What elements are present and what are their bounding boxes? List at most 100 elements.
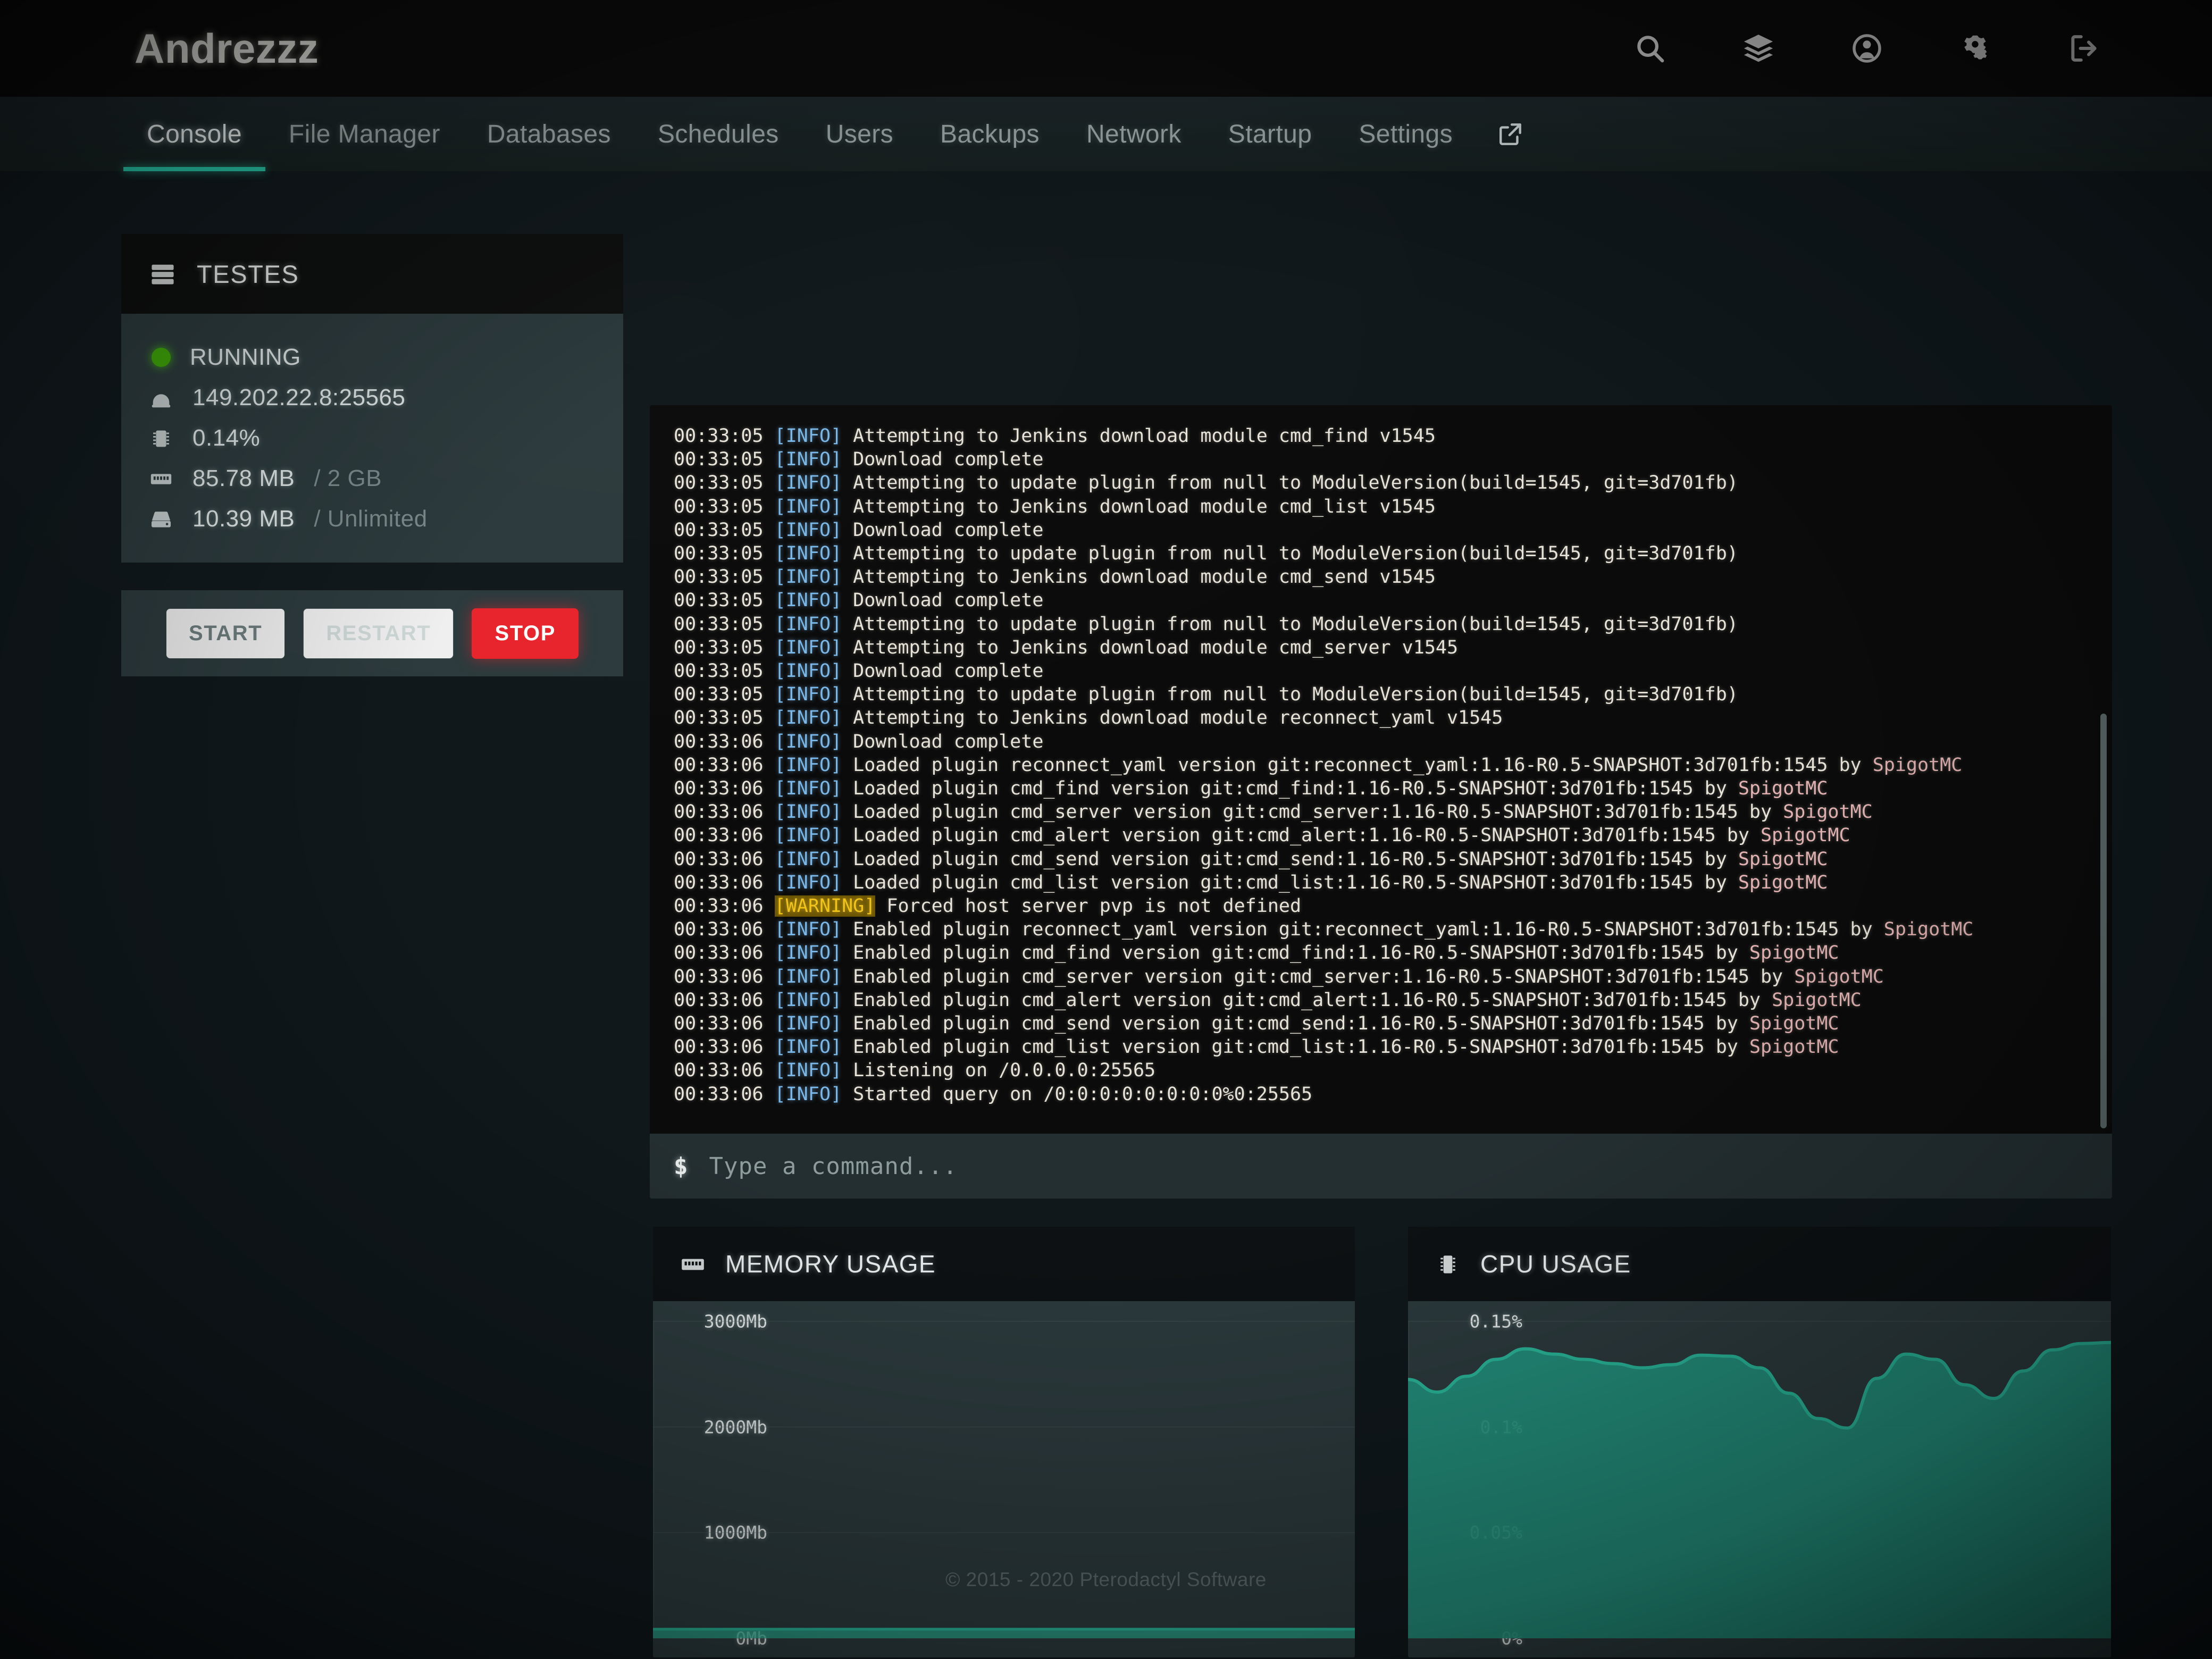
console-log-line: 00:33:05 [INFO] Download complete	[674, 519, 1044, 541]
server-stack-icon	[149, 261, 177, 287]
console-log-line: 00:33:06 [INFO] Started query on /0:0:0:…	[674, 1083, 1313, 1105]
top-header-bar: Andrezzz	[0, 0, 2212, 97]
console-log-line: 00:33:05 [INFO] Attempting to update plu…	[674, 613, 1738, 635]
logout-icon[interactable]	[2067, 32, 2100, 65]
memory-used-value: 85.78 MB	[192, 465, 295, 491]
tab-console[interactable]: Console	[123, 97, 265, 171]
tab-label: Console	[147, 120, 242, 148]
cpu-usage-value: 0.14%	[192, 425, 261, 451]
layers-icon[interactable]	[1742, 32, 1775, 65]
console-log-line: 00:33:06 [INFO] Enabled plugin cmd_list …	[674, 1036, 1839, 1058]
disk-used-value: 10.39 MB	[192, 506, 295, 532]
command-input[interactable]	[709, 1152, 1773, 1180]
server-sidebar: TESTES RUNNING 149.202.22.8:25565 0.14% …	[121, 234, 623, 676]
console-log-line: 00:33:06 [INFO] Enabled plugin cmd_find …	[674, 942, 1839, 964]
cpu-card-header: CPU USAGE	[1408, 1227, 2111, 1301]
restart-button[interactable]: RESTART	[303, 608, 454, 659]
console-log-line: 00:33:06 [INFO] Enabled plugin cmd_alert…	[674, 989, 1862, 1011]
tab-label: Users	[825, 120, 894, 148]
memory-chip-icon	[680, 1251, 706, 1277]
cpu-chart-plot	[1408, 1301, 2111, 1657]
memory-chart-body: 3000Mb2000Mb1000Mb0Mb	[653, 1301, 1355, 1657]
console-output[interactable]: 00:33:05 [INFO] Attempting to Jenkins do…	[650, 405, 2112, 1145]
console-log-line: 00:33:06 [WARNING] Forced host server pv…	[674, 895, 1302, 917]
start-button[interactable]: START	[165, 608, 286, 659]
tab-file-manager[interactable]: File Manager	[265, 97, 464, 171]
network-icon	[149, 386, 173, 409]
main-content: TESTES RUNNING 149.202.22.8:25565 0.14% …	[0, 171, 2212, 1657]
memory-limit-value: / 2 GB	[314, 465, 382, 491]
brand-title: Andrezzz	[135, 24, 319, 72]
hard-drive-icon	[149, 507, 173, 531]
stop-button[interactable]: STOP	[472, 608, 579, 659]
console-log-line: 00:33:05 [INFO] Attempting to Jenkins do…	[674, 636, 1459, 658]
tab-network[interactable]: Network	[1063, 97, 1205, 171]
memory-chip-icon	[149, 467, 173, 490]
console-log-line: 00:33:06 [INFO] Loaded plugin cmd_list v…	[674, 872, 1828, 893]
tab-startup[interactable]: Startup	[1205, 97, 1336, 171]
console-log-line: 00:33:06 [INFO] Loaded plugin cmd_find v…	[674, 778, 1828, 800]
console-log-line: 00:33:05 [INFO] Attempting to update plu…	[674, 684, 1738, 706]
status-row: RUNNING	[149, 337, 623, 378]
status-dot	[152, 348, 171, 367]
command-bar[interactable]: $	[650, 1134, 2112, 1199]
memory-chart-plot	[653, 1301, 1355, 1657]
console-log-line: 00:33:06 [INFO] Enabled plugin cmd_send …	[674, 1013, 1839, 1035]
user-circle-icon[interactable]	[1850, 32, 1883, 65]
power-controls: START RESTART STOP	[121, 590, 623, 676]
console-log-line: 00:33:05 [INFO] Download complete	[674, 449, 1044, 471]
tab-settings[interactable]: Settings	[1335, 97, 1476, 171]
cogs-icon[interactable]	[1959, 32, 1992, 65]
memory-card-header: MEMORY USAGE	[653, 1227, 1355, 1301]
disk-limit-value: / Unlimited	[314, 506, 428, 532]
tab-label: Startup	[1228, 120, 1312, 148]
console-log-line: 00:33:06 [INFO] Loaded plugin reconnect_…	[674, 754, 1963, 776]
tab-users[interactable]: Users	[802, 97, 917, 171]
console-log-line: 00:33:06 [INFO] Listening on /0.0.0.0:25…	[674, 1060, 1156, 1082]
tab-schedules[interactable]: Schedules	[634, 97, 802, 171]
console-scrollbar[interactable]	[2100, 714, 2107, 1128]
tab-label: Network	[1086, 120, 1182, 148]
console-log-line: 00:33:05 [INFO] Attempting to Jenkins do…	[674, 566, 1436, 588]
console-log-line: 00:33:06 [INFO] Loaded plugin cmd_alert …	[674, 825, 1850, 847]
console-log-line: 00:33:05 [INFO] Attempting to update plu…	[674, 543, 1738, 565]
console-log-line: 00:33:05 [INFO] Attempting to Jenkins do…	[674, 707, 1503, 729]
tab-label: Backups	[940, 120, 1040, 148]
status-label: RUNNING	[190, 344, 301, 370]
console-log-line: 00:33:06 [INFO] Enabled plugin cmd_serve…	[674, 966, 1884, 987]
cpu-chart-title: CPU USAGE	[1480, 1250, 1631, 1278]
memory-chart-title: MEMORY USAGE	[725, 1250, 936, 1278]
cpu-row: 0.14%	[149, 418, 623, 458]
disk-row: 10.39 MB / Unlimited	[149, 499, 623, 539]
search-icon[interactable]	[1633, 32, 1666, 65]
external-link-icon[interactable]	[1476, 97, 1545, 171]
server-name: TESTES	[197, 259, 299, 288]
cpu-chart-body: 0.15%0.1%0.05%0%	[1408, 1301, 2111, 1657]
memory-row: 85.78 MB / 2 GB	[149, 458, 623, 499]
server-stats-list: RUNNING 149.202.22.8:25565 0.14% 85.78 M…	[121, 314, 623, 563]
server-info-card: TESTES RUNNING 149.202.22.8:25565 0.14% …	[121, 234, 623, 563]
footer-copyright: © 2015 - 2020 Pterodactyl Software	[945, 1569, 1267, 1590]
cpu-chip-icon	[149, 426, 173, 450]
tab-label: Settings	[1359, 120, 1453, 148]
console-log-line: 00:33:05 [INFO] Download complete	[674, 590, 1044, 611]
memory-usage-card: MEMORY USAGE 3000Mb2000Mb1000Mb0Mb	[653, 1227, 1355, 1657]
console-log-line: 00:33:06 [INFO] Enabled plugin reconnect…	[674, 919, 1974, 941]
tab-databases[interactable]: Databases	[464, 97, 634, 171]
cpu-chip-icon	[1435, 1251, 1461, 1277]
header-icon-group	[1633, 32, 2100, 65]
console-log-line: 00:33:06 [INFO] Loaded plugin cmd_send v…	[674, 848, 1828, 870]
tab-label: Schedules	[657, 120, 779, 148]
console-log-line: 00:33:05 [INFO] Attempting to update plu…	[674, 472, 1738, 494]
server-address: 149.202.22.8:25565	[192, 384, 406, 410]
tab-label: Databases	[487, 120, 611, 148]
tab-label: File Manager	[288, 120, 440, 148]
prompt-icon: $	[674, 1152, 688, 1180]
address-row: 149.202.22.8:25565	[149, 378, 623, 418]
console-log-line: 00:33:06 [INFO] Loaded plugin cmd_server…	[674, 801, 1873, 823]
app-screen: Andrezzz Console File Manager Databases …	[0, 0, 2212, 1659]
tab-backups[interactable]: Backups	[917, 97, 1063, 171]
cpu-usage-card: CPU USAGE 0.15%0.1%0.05%0%	[1408, 1227, 2111, 1657]
navigation-tabs: Console File Manager Databases Schedules…	[0, 97, 2212, 171]
server-card-header: TESTES	[121, 234, 623, 314]
